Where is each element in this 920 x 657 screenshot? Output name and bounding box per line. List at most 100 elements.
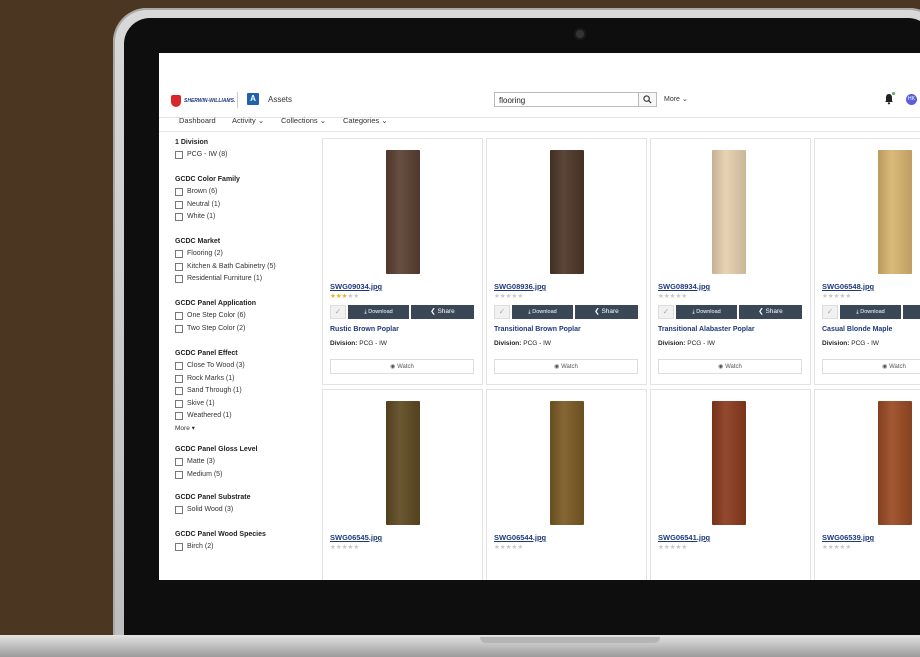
asset-filename-link[interactable]: SWG06544.jpg <box>494 533 546 542</box>
filter-checkbox[interactable] <box>175 543 183 552</box>
avatar[interactable]: HK <box>906 94 917 105</box>
share-button[interactable]: ❮ Share <box>411 305 474 319</box>
download-button[interactable]: ⤓ Download <box>676 305 737 319</box>
filter-option[interactable]: Brown (6) <box>175 186 240 199</box>
star-icon[interactable]: ★ <box>517 544 523 551</box>
asset-title-link[interactable]: Rustic Brown Poplar <box>330 326 399 333</box>
asset-card[interactable]: SWG06544.jpg ★★★★★ <box>486 389 647 580</box>
watch-button[interactable]: ◉ Watch <box>494 359 638 374</box>
filter-option[interactable]: Kitchen & Bath Cabinetry (5) <box>175 261 276 274</box>
filter-checkbox[interactable] <box>175 213 183 222</box>
download-button[interactable]: ⤓ Download <box>840 305 901 319</box>
filter-option[interactable]: Medium (5) <box>175 469 257 482</box>
filter-checkbox[interactable] <box>175 275 183 284</box>
filter-option[interactable]: Close To Wood (3) <box>175 360 245 373</box>
filter-checkbox[interactable] <box>175 458 183 467</box>
filter-option[interactable]: Residential Furniture (1) <box>175 273 276 286</box>
filter-checkbox[interactable] <box>175 151 183 160</box>
star-rating[interactable]: ★★★★★ <box>658 292 687 300</box>
star-rating[interactable]: ★★★★★ <box>822 543 851 551</box>
filter-option[interactable]: Skive (1) <box>175 398 245 411</box>
star-rating[interactable]: ★★★★★ <box>330 543 359 551</box>
brand-logo[interactable]: SHERWIN-WILLIAMS. <box>171 94 235 108</box>
asset-filename-link[interactable]: SWG06539.jpg <box>822 533 874 542</box>
share-button[interactable]: ❮ Share <box>575 305 638 319</box>
filter-group-title[interactable]: GCDC Panel Effect <box>175 350 245 357</box>
filter-option[interactable]: Flooring (2) <box>175 248 276 261</box>
asset-card[interactable]: SWG06541.jpg ★★★★★ <box>650 389 811 580</box>
filter-group-title[interactable]: GCDC Panel Application <box>175 300 256 307</box>
share-button[interactable]: ❮ Share <box>903 305 920 319</box>
select-checkbox-button[interactable]: ✓ <box>330 305 346 319</box>
filter-option[interactable]: Neutral (1) <box>175 199 240 212</box>
filter-group-title[interactable]: GCDC Panel Gloss Level <box>175 446 257 453</box>
filter-checkbox[interactable] <box>175 312 183 321</box>
download-button[interactable]: ⤓ Download <box>348 305 409 319</box>
asset-title-link[interactable]: Transitional Alabaster Poplar <box>658 326 755 333</box>
filter-more-link[interactable]: More ▾ <box>175 424 245 432</box>
filter-checkbox[interactable] <box>175 412 183 421</box>
star-icon[interactable]: ★ <box>681 293 687 300</box>
watch-button[interactable]: ◉ Watch <box>330 359 474 374</box>
tab-dashboard[interactable]: Dashboard <box>179 116 216 125</box>
download-button[interactable]: ⤓ Download <box>512 305 573 319</box>
filter-checkbox[interactable] <box>175 324 183 333</box>
tab-collections[interactable]: Collections ⌄ <box>281 116 326 125</box>
filter-checkbox[interactable] <box>175 200 183 209</box>
filter-checkbox[interactable] <box>175 188 183 197</box>
tab-activity[interactable]: Activity ⌄ <box>232 116 264 125</box>
star-icon[interactable]: ★ <box>845 293 851 300</box>
star-rating[interactable]: ★★★★★ <box>330 292 359 300</box>
filter-checkbox[interactable] <box>175 399 183 408</box>
wood-swatch-thumbnail[interactable] <box>712 150 746 274</box>
select-checkbox-button[interactable]: ✓ <box>658 305 674 319</box>
wood-swatch-thumbnail[interactable] <box>386 150 420 274</box>
wood-swatch-thumbnail[interactable] <box>712 401 746 525</box>
wood-swatch-thumbnail[interactable] <box>386 401 420 525</box>
search-button[interactable] <box>639 92 657 107</box>
star-rating[interactable]: ★★★★★ <box>494 543 523 551</box>
star-rating[interactable]: ★★★★★ <box>494 292 523 300</box>
asset-card[interactable]: SWG08936.jpg ★★★★★ ✓ ⤓ Download ❮ Share Trans… <box>486 138 647 385</box>
filter-group-title[interactable]: GCDC Panel Substrate <box>175 494 250 501</box>
filter-group-title[interactable]: GCDC Color Family <box>175 176 240 183</box>
asset-filename-link[interactable]: SWG09034.jpg <box>330 282 382 291</box>
filter-group-title[interactable]: 1 Division <box>175 139 227 146</box>
wood-swatch-thumbnail[interactable] <box>550 150 584 274</box>
filter-option[interactable]: Sand Through (1) <box>175 385 245 398</box>
filter-group-title[interactable]: GCDC Market <box>175 238 276 245</box>
filter-option[interactable]: Rock Marks (1) <box>175 373 245 386</box>
star-icon[interactable]: ★ <box>845 544 851 551</box>
select-checkbox-button[interactable]: ✓ <box>494 305 510 319</box>
filter-option[interactable]: Matte (3) <box>175 456 257 469</box>
filter-checkbox[interactable] <box>175 470 183 479</box>
asset-card[interactable]: SWG09034.jpg ★★★★★ ✓ ⤓ Download ❮ Share Rusti… <box>322 138 483 385</box>
asset-filename-link[interactable]: SWG06541.jpg <box>658 533 710 542</box>
filter-checkbox[interactable] <box>175 506 183 515</box>
star-rating[interactable]: ★★★★★ <box>658 543 687 551</box>
wood-swatch-thumbnail[interactable] <box>878 150 912 274</box>
asset-filename-link[interactable]: SWG08934.jpg <box>658 282 710 291</box>
asset-title-link[interactable]: Transitional Brown Poplar <box>494 326 581 333</box>
more-menu[interactable]: More ⌄ <box>664 95 688 103</box>
watch-button[interactable]: ◉ Watch <box>658 359 802 374</box>
asset-filename-link[interactable]: SWG06548.jpg <box>822 282 874 291</box>
filter-option[interactable]: Birch (2) <box>175 541 266 554</box>
star-icon[interactable]: ★ <box>681 544 687 551</box>
tab-categories[interactable]: Categories ⌄ <box>343 116 388 125</box>
filter-option[interactable]: PCG - IW (8) <box>175 149 227 162</box>
share-button[interactable]: ❮ Share <box>739 305 802 319</box>
filter-group-title[interactable]: GCDC Panel Wood Species <box>175 531 266 538</box>
filter-option[interactable]: Weathered (1) <box>175 410 245 423</box>
star-icon[interactable]: ★ <box>353 544 359 551</box>
asset-filename-link[interactable]: SWG08936.jpg <box>494 282 546 291</box>
filter-option[interactable]: One Step Color (6) <box>175 310 256 323</box>
search-input[interactable]: flooring <box>494 92 639 107</box>
filter-checkbox[interactable] <box>175 387 183 396</box>
filter-option[interactable]: Two Step Color (2) <box>175 323 256 336</box>
wood-swatch-thumbnail[interactable] <box>878 401 912 525</box>
wood-swatch-thumbnail[interactable] <box>550 401 584 525</box>
asset-filename-link[interactable]: SWG06545.jpg <box>330 533 382 542</box>
filter-checkbox[interactable] <box>175 374 183 383</box>
filter-checkbox[interactable] <box>175 262 183 271</box>
